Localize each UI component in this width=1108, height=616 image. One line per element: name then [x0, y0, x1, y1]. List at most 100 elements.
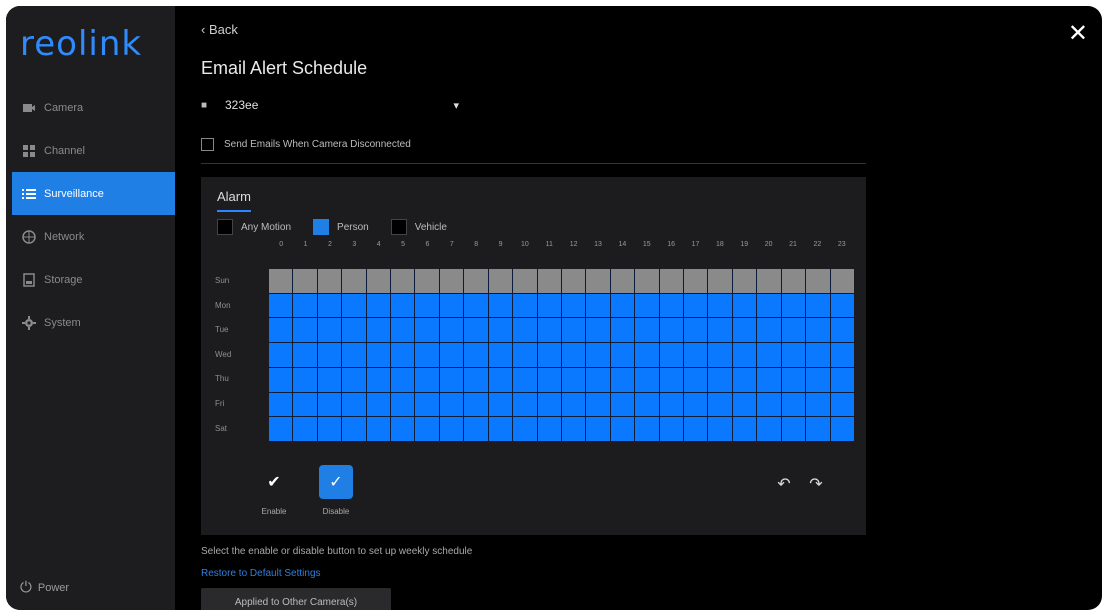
schedule-cell[interactable]	[806, 318, 830, 343]
schedule-cell[interactable]	[293, 293, 317, 318]
schedule-cell[interactable]	[806, 293, 830, 318]
schedule-cell[interactable]	[684, 343, 708, 367]
schedule-cell[interactable]	[708, 367, 732, 392]
schedule-cell[interactable]	[317, 318, 342, 343]
schedule-cell[interactable]	[610, 392, 635, 417]
schedule-cell[interactable]	[537, 392, 561, 417]
schedule-cell[interactable]	[659, 367, 684, 392]
schedule-cell[interactable]	[317, 343, 342, 367]
schedule-cell[interactable]	[293, 318, 317, 343]
schedule-cell[interactable]	[732, 392, 757, 417]
schedule-cell[interactable]	[586, 293, 610, 318]
schedule-cell[interactable]	[635, 367, 659, 392]
schedule-cell[interactable]	[781, 367, 806, 392]
schedule-cell[interactable]	[586, 318, 610, 343]
schedule-cell[interactable]	[830, 318, 854, 343]
schedule-cell[interactable]	[269, 367, 293, 392]
schedule-cell[interactable]	[464, 318, 488, 343]
sidebar-item-system[interactable]: System	[12, 301, 175, 344]
schedule-cell[interactable]	[317, 417, 342, 441]
camera-select[interactable]: ■ 323ee ▾	[201, 94, 459, 116]
schedule-cell[interactable]	[659, 293, 684, 318]
schedule-cell[interactable]	[708, 318, 732, 343]
schedule-cell[interactable]	[342, 392, 366, 417]
schedule-cell[interactable]	[830, 367, 854, 392]
schedule-cell[interactable]	[537, 293, 561, 318]
schedule-cell[interactable]	[830, 392, 854, 417]
schedule-cell[interactable]	[610, 417, 635, 441]
schedule-cell[interactable]	[561, 293, 586, 318]
schedule-cell[interactable]	[317, 392, 342, 417]
schedule-cell[interactable]	[293, 417, 317, 441]
schedule-cell[interactable]	[561, 318, 586, 343]
schedule-cell[interactable]	[488, 392, 513, 417]
schedule-cell[interactable]	[586, 343, 610, 367]
redo-icon[interactable]: ↷	[803, 471, 829, 497]
schedule-cell[interactable]	[806, 392, 830, 417]
schedule-cell[interactable]	[757, 343, 781, 367]
schedule-cell[interactable]	[781, 293, 806, 318]
schedule-cell[interactable]	[732, 343, 757, 367]
schedule-cell[interactable]	[635, 293, 659, 318]
schedule-cell[interactable]	[513, 318, 537, 343]
schedule-cell[interactable]	[513, 343, 537, 367]
schedule-cell[interactable]	[488, 269, 513, 293]
schedule-cell[interactable]	[439, 392, 464, 417]
schedule-cell[interactable]	[415, 293, 439, 318]
schedule-cell[interactable]	[488, 343, 513, 367]
schedule-cell[interactable]	[561, 269, 586, 293]
schedule-cell[interactable]	[708, 392, 732, 417]
schedule-cell[interactable]	[781, 318, 806, 343]
schedule-cell[interactable]	[635, 343, 659, 367]
schedule-cell[interactable]	[586, 417, 610, 441]
schedule-cell[interactable]	[781, 269, 806, 293]
schedule-cell[interactable]	[391, 318, 415, 343]
legend-any-motion[interactable]: Any Motion	[217, 219, 291, 235]
schedule-cell[interactable]	[391, 269, 415, 293]
schedule-cell[interactable]	[366, 269, 391, 293]
schedule-cell[interactable]	[513, 367, 537, 392]
schedule-cell[interactable]	[537, 343, 561, 367]
schedule-cell[interactable]	[488, 417, 513, 441]
schedule-cell[interactable]	[366, 318, 391, 343]
apply-to-other-cameras-button[interactable]: Applied to Other Camera(s)	[201, 588, 391, 610]
schedule-cell[interactable]	[269, 318, 293, 343]
schedule-cell[interactable]	[342, 417, 366, 441]
schedule-cell[interactable]	[659, 318, 684, 343]
schedule-cell[interactable]	[293, 392, 317, 417]
schedule-cell[interactable]	[610, 343, 635, 367]
schedule-cell[interactable]	[586, 367, 610, 392]
schedule-cell[interactable]	[366, 343, 391, 367]
schedule-cell[interactable]	[293, 343, 317, 367]
schedule-cell[interactable]	[806, 417, 830, 441]
schedule-cell[interactable]	[610, 367, 635, 392]
schedule-cell[interactable]	[561, 367, 586, 392]
schedule-cell[interactable]	[659, 392, 684, 417]
schedule-cell[interactable]	[342, 367, 366, 392]
schedule-cell[interactable]	[513, 392, 537, 417]
schedule-cell[interactable]	[317, 269, 342, 293]
schedule-cell[interactable]	[610, 318, 635, 343]
schedule-cell[interactable]	[464, 417, 488, 441]
schedule-cell[interactable]	[439, 417, 464, 441]
schedule-cell[interactable]	[732, 293, 757, 318]
schedule-cell[interactable]	[610, 293, 635, 318]
schedule-cell[interactable]	[293, 269, 317, 293]
schedule-cell[interactable]	[561, 392, 586, 417]
schedule-cell[interactable]	[366, 392, 391, 417]
schedule-cell[interactable]	[830, 269, 854, 293]
schedule-cell[interactable]	[513, 269, 537, 293]
schedule-cell[interactable]	[391, 392, 415, 417]
schedule-cell[interactable]	[415, 417, 439, 441]
disconnect-email-row[interactable]: Send Emails When Camera Disconnected	[201, 138, 411, 151]
schedule-cell[interactable]	[342, 318, 366, 343]
schedule-cell[interactable]	[561, 417, 586, 441]
schedule-cell[interactable]	[391, 293, 415, 318]
schedule-cell[interactable]	[366, 367, 391, 392]
schedule-cell[interactable]	[464, 392, 488, 417]
schedule-cell[interactable]	[488, 367, 513, 392]
schedule-cell[interactable]	[439, 343, 464, 367]
schedule-cell[interactable]	[342, 269, 366, 293]
schedule-cell[interactable]	[439, 269, 464, 293]
schedule-cell[interactable]	[635, 417, 659, 441]
